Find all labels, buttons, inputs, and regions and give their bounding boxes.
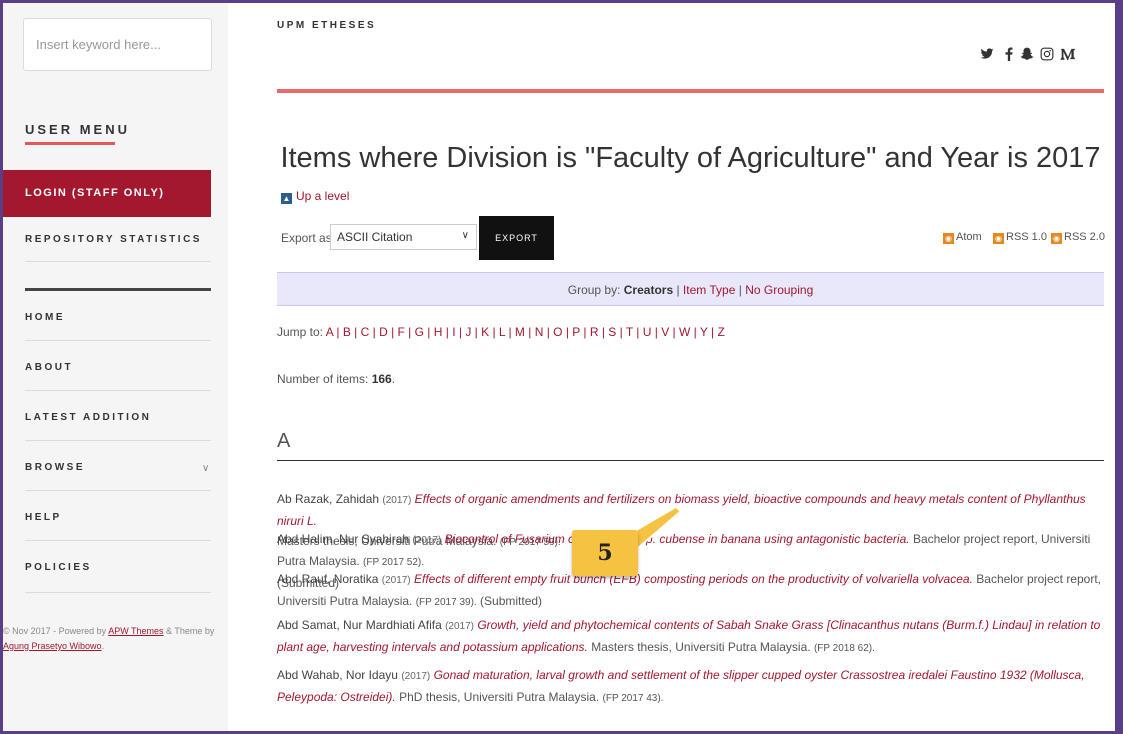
rss-icon: ◉ xyxy=(1051,233,1062,244)
item-author: Abd Halim, Nur Syahirah xyxy=(277,532,410,546)
item-ref: (FP 2017 39). xyxy=(415,597,477,608)
item-author: Abd Samat, Nur Mardhiati Afifa xyxy=(277,618,442,632)
jump-prefix: Jump to: xyxy=(277,325,326,339)
item-ref: (FP 2018 62). xyxy=(813,643,875,654)
item-year: (2017) xyxy=(401,671,431,682)
group-by-creators: Creators xyxy=(623,283,674,297)
feed-link-rss1[interactable]: ◉ RSS 1.0 xyxy=(993,231,1047,244)
theme-author-link[interactable]: Agung Prasetyo Wibowo xyxy=(3,641,102,651)
item-author: Abd Rauf, Noratika xyxy=(277,572,379,586)
divider xyxy=(25,390,211,391)
export-button[interactable]: EXPORT xyxy=(479,216,554,260)
divider xyxy=(25,592,211,593)
instagram-icon[interactable] xyxy=(1040,47,1054,61)
user-menu-underline xyxy=(25,142,115,145)
count-value: 166 xyxy=(371,372,392,386)
nav-item-latest-addition[interactable]: LATEST ADDITION xyxy=(25,412,151,423)
feed-label[interactable]: Atom xyxy=(956,231,982,243)
medium-icon[interactable] xyxy=(1060,47,1076,61)
divider-thick xyxy=(25,288,211,291)
up-level-link[interactable]: ▲ Up a level xyxy=(281,189,349,204)
item-ref: (FP 2017 43). xyxy=(602,693,664,704)
user-menu-title: USER MENU xyxy=(25,122,131,137)
footer-prefix: © Nov 2017 - Powered by xyxy=(3,626,109,636)
list-item: Abd Wahab, Nor Idayu (2017) Gonad matura… xyxy=(277,665,1107,709)
export-label: Export as xyxy=(281,231,332,245)
twitter-icon[interactable] xyxy=(980,47,994,61)
step-badge: 5 xyxy=(572,530,638,576)
chevron-down-icon: ∨ xyxy=(461,230,469,241)
list-item: Abd Rauf, Noratika (2017) Effects of dif… xyxy=(277,569,1107,613)
list-item: Abd Samat, Nur Mardhiati Afifa (2017) Gr… xyxy=(277,615,1107,659)
item-type: PhD thesis, Universiti Putra Malaysia. xyxy=(399,690,600,704)
item-author: Abd Wahab, Nor Idayu xyxy=(277,668,398,682)
repository-statistics-link[interactable]: REPOSITORY STATISTICS xyxy=(25,234,202,245)
no-grouping-link[interactable]: No Grouping xyxy=(745,283,813,297)
feed-link-rss2[interactable]: ◉ RSS 2.0 xyxy=(1051,231,1105,244)
export-format-value: ASCII Citation xyxy=(337,230,413,244)
divider xyxy=(25,340,211,341)
facebook-icon[interactable] xyxy=(1004,47,1014,61)
rss-icon: ◉ xyxy=(943,233,954,244)
divider xyxy=(25,261,211,262)
count-prefix: Number of items: xyxy=(277,372,372,386)
count-suffix: . xyxy=(391,372,396,386)
divider xyxy=(25,440,211,441)
group-sep: | xyxy=(735,283,746,297)
section-heading-a: A xyxy=(277,430,291,452)
item-type: Masters thesis, Universiti Putra Malaysi… xyxy=(591,640,811,654)
group-sep: | xyxy=(673,283,683,297)
up-level-label[interactable]: Up a level xyxy=(296,189,349,203)
jump-letter-links[interactable]: A | B | C | D | F | G | H | I | J | K | … xyxy=(326,325,725,339)
nav-item-help[interactable]: HELP xyxy=(25,512,62,523)
nav-item-about[interactable]: ABOUT xyxy=(25,362,73,373)
apw-themes-link[interactable]: APW Themes xyxy=(108,626,163,636)
feed-link-atom[interactable]: ◉ Atom xyxy=(943,231,982,244)
login-button[interactable]: LOGIN (STAFF ONLY) xyxy=(3,170,211,217)
footer-mid: & Theme by xyxy=(163,626,215,636)
jump-to-bar: Jump to: A | B | C | D | F | G | H | I |… xyxy=(277,325,725,339)
section-divider xyxy=(277,460,1104,461)
search-input[interactable]: Insert keyword here... xyxy=(23,18,212,71)
item-title-link[interactable]: Effects of different empty fruit bunch (… xyxy=(414,572,973,586)
nav-item-browse[interactable]: BROWSE xyxy=(25,462,85,473)
divider xyxy=(25,490,211,491)
item-status: (Submitted) xyxy=(480,594,543,608)
site-brand[interactable]: UPM ETHESES xyxy=(277,20,376,31)
header-divider xyxy=(277,89,1104,93)
item-year: (2017) xyxy=(381,575,411,586)
chevron-down-icon[interactable]: ∨ xyxy=(202,463,209,474)
footer-suffix: . xyxy=(101,641,105,651)
item-year: (2017) xyxy=(445,621,474,632)
item-count: Number of items: 166. xyxy=(277,372,395,386)
item-year: (2017) xyxy=(412,535,442,546)
feed-label[interactable]: RSS 2.0 xyxy=(1064,231,1105,243)
footer-credit: © Nov 2017 - Powered by APW Themes & The… xyxy=(3,624,218,654)
snapchat-icon[interactable] xyxy=(1020,47,1034,61)
group-by-prefix: Group by: xyxy=(567,283,624,297)
nav-item-policies[interactable]: POLICIES xyxy=(25,562,92,573)
group-by-bar: Group by: Creators | Item Type | No Grou… xyxy=(277,272,1104,306)
nav-item-home[interactable]: HOME xyxy=(25,312,65,323)
export-format-select[interactable]: ASCII Citation ∨ xyxy=(330,224,477,250)
item-year: (2017) xyxy=(382,495,412,506)
group-by-item-type-link[interactable]: Item Type xyxy=(683,283,735,297)
rss-icon: ◉ xyxy=(993,233,1004,244)
up-arrow-icon: ▲ xyxy=(281,193,292,204)
feed-label[interactable]: RSS 1.0 xyxy=(1006,231,1047,243)
page-title: Items where Division is "Faculty of Agri… xyxy=(280,142,1101,175)
item-ref: (FP 2017 52). xyxy=(363,557,425,568)
item-author: Ab Razak, Zahidah xyxy=(277,492,380,506)
divider xyxy=(25,540,211,541)
sidebar: Insert keyword here... USER MENU LOGIN (… xyxy=(3,3,228,734)
